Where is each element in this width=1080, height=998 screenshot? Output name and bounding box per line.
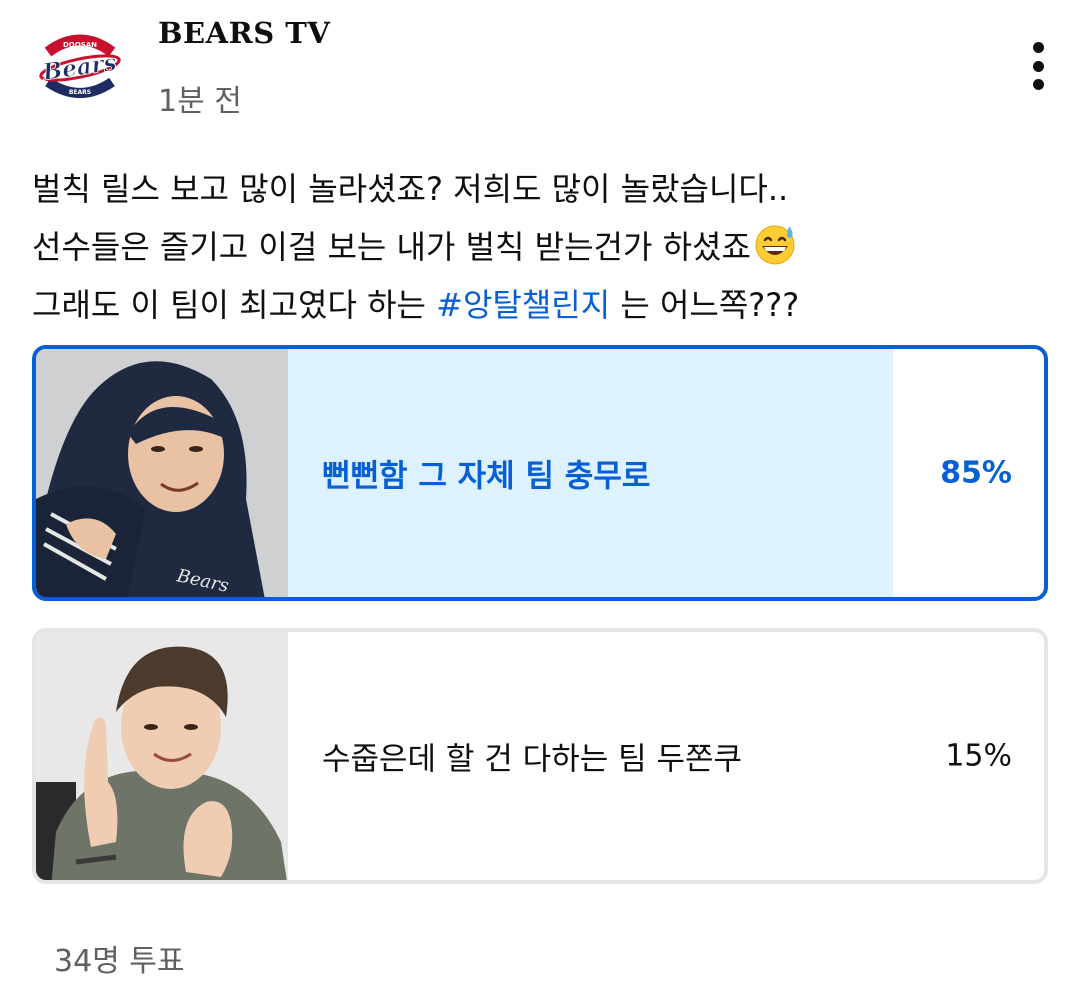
post-line-3-after: 는 어느쪽??? (610, 286, 800, 324)
channel-name[interactable]: BEARS TV (158, 16, 330, 50)
post-line-1: 벌칙 릴스 보고 많이 놀라셨죠? 저희도 많이 놀랐습니다.. (32, 170, 789, 208)
more-vertical-icon (1032, 42, 1044, 53)
poll-option-2[interactable]: 수줍은데 할 건 다하는 팀 두쫀쿠 15% (32, 628, 1048, 884)
poll-option-2-label: 수줍은데 할 건 다하는 팀 두쫀쿠 (322, 741, 743, 778)
post-header: DOOSAN BEARS Bears BEARS TV 1분 전 (0, 0, 1080, 140)
logo-top-text: DOOSAN (63, 41, 97, 49)
post-line-2: 선수들은 즐기고 이걸 보는 내가 벌칙 받는건가 하셨죠 (32, 218, 1052, 276)
hashtag-link[interactable]: #앙탈챌린지 (436, 286, 610, 324)
poll-option-1[interactable]: Bears 뻔뻔함 그 자체 팀 충무로 85% (32, 345, 1048, 601)
bears-logo-icon: DOOSAN BEARS Bears (33, 19, 127, 113)
poll-option-2-percent: 15% (945, 738, 1012, 774)
poll-option-1-label: 뻔뻔함 그 자체 팀 충무로 (322, 458, 651, 495)
post-line-2-text: 선수들은 즐기고 이걸 보는 내가 벌칙 받는건가 하셨죠 (32, 228, 751, 266)
channel-avatar[interactable]: DOOSAN BEARS Bears (32, 18, 128, 114)
poll-option-1-percent: 85% (940, 455, 1012, 491)
grinning-sweat-emoji-icon (755, 225, 795, 265)
post-line-3: 그래도 이 팀이 최고였다 하는 #앙탈챌린지 는 어느쪽??? (32, 276, 1052, 334)
vote-count: 34명 투표 (54, 944, 185, 979)
logo-bottom-text: BEARS (69, 89, 91, 96)
post-body: 벌칙 릴스 보고 많이 놀라셨죠? 저희도 많이 놀랐습니다.. 선수들은 즐기… (32, 160, 1052, 334)
post-timestamp[interactable]: 1분 전 (158, 76, 242, 120)
post-line-3-before: 그래도 이 팀이 최고였다 하는 (32, 286, 437, 324)
more-actions-button[interactable] (1010, 36, 1066, 96)
poll-option-1-image: Bears (36, 349, 288, 597)
poll-option-2-image (36, 632, 288, 880)
